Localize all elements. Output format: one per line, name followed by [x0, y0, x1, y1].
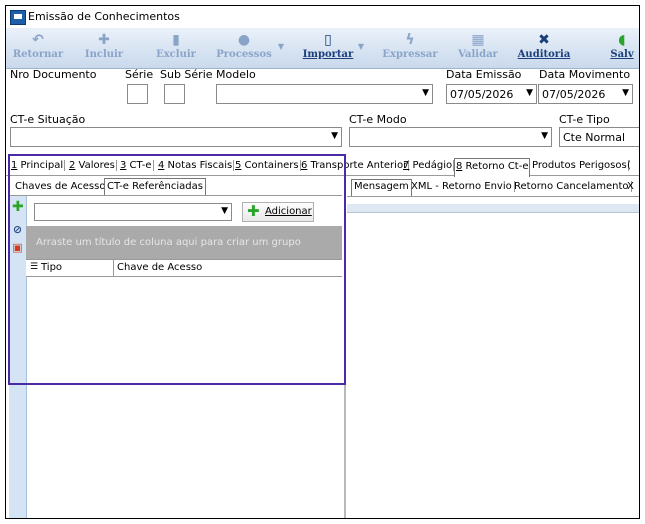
tab-valores[interactable]: 2 Valores: [68, 160, 117, 171]
chevron-down-icon: ▼: [331, 131, 338, 141]
sub-serie-input[interactable]: [164, 84, 185, 104]
cte-tipo-select[interactable]: Cte Normal: [559, 127, 639, 147]
chevron-down-icon: ▼: [541, 131, 548, 141]
subtab-retorno-cancelamento[interactable]: Retorno Cancelamento: [512, 181, 632, 192]
chevron-down-icon: ▼: [357, 42, 364, 51]
sub-serie-label: Sub Série: [160, 68, 213, 81]
subtab-chaves-de-acesso[interactable]: Chaves de Acesso: [13, 181, 109, 192]
toolbar-button-auditoria[interactable]: ✖ Auditoria: [514, 28, 574, 68]
save-icon: ◖: [618, 32, 626, 48]
cte-modo-label: CT-e Modo: [349, 113, 407, 126]
tab-transporte-anterior[interactable]: 6 Transporte Anterior: [300, 160, 410, 171]
message-panel-header: [347, 204, 639, 213]
tab-more[interactable]: (: [626, 160, 632, 171]
toolbar-button-retornar[interactable]: ↶ Retornar: [10, 28, 66, 68]
modelo-label: Modelo: [216, 68, 256, 81]
chevron-down-icon: ▼: [622, 88, 629, 98]
gear-icon: ●: [237, 32, 251, 48]
serie-input[interactable]: [127, 84, 148, 104]
cte-referenciada-select[interactable]: ▼: [34, 203, 232, 221]
toolbar-button-processos[interactable]: ● Processos ▼: [212, 28, 284, 68]
tab-cte[interactable]: 3 CT-e: [119, 160, 154, 171]
toolbar-button-importar[interactable]: ▯ Importar ▼: [300, 28, 364, 68]
subtab-more[interactable]: X: [625, 181, 636, 192]
column-header-chave-de-acesso[interactable]: Chave de Acesso: [117, 262, 202, 273]
add-icon[interactable]: ✚: [12, 200, 24, 214]
undo-icon: ↶: [32, 32, 44, 48]
cte-modo-select[interactable]: ▼: [349, 127, 552, 147]
right-subtab-divider: [347, 196, 639, 197]
lightning-icon: ϟ: [405, 32, 415, 48]
title-bar: Emissão de Conhecimentos: [6, 6, 639, 28]
app-window: Emissão de Conhecimentos ↶ Retornar ✚ In…: [5, 5, 640, 519]
add-button[interactable]: ✚ Adicionar: [242, 202, 314, 222]
tab-containers[interactable]: 5 Containers: [234, 160, 301, 171]
data-emissao-picker[interactable]: 07/05/2026 ▼: [446, 84, 537, 104]
tab-pedagio[interactable]: 7 Pedágio: [402, 160, 455, 171]
app-icon: [10, 10, 26, 25]
panel-splitter[interactable]: [344, 175, 346, 518]
subtab-xml-retorno-envio[interactable]: XML - Retorno Envio: [409, 181, 515, 192]
toolbar-button-expressar[interactable]: ϟ Expressar: [380, 28, 440, 68]
grid-header: ☰ Tipo Chave de Acesso: [26, 259, 342, 277]
column-chooser-icon[interactable]: ☰: [30, 262, 38, 272]
cte-situacao-select[interactable]: ▼: [10, 127, 342, 147]
delete-icon[interactable]: ▣: [12, 242, 23, 253]
edit-icon[interactable]: ⊘: [12, 224, 23, 235]
column-divider: [113, 260, 114, 276]
plus-icon: ✚: [98, 32, 110, 48]
toolbar-button-excluir[interactable]: ▮ Excluir: [148, 28, 204, 68]
data-movimento-label: Data Movimento: [539, 68, 631, 81]
tools-icon: ✖: [538, 32, 550, 48]
serie-label: Série: [125, 68, 154, 81]
tab-retorno-cte[interactable]: 8 Retorno Ct-e: [454, 158, 531, 177]
trash-icon: ▮: [172, 32, 180, 48]
toolbar-button-validar[interactable]: ▦ Validar: [452, 28, 504, 68]
data-movimento-picker[interactable]: 07/05/2026 ▼: [538, 84, 633, 104]
subtab-divider: [9, 195, 342, 196]
data-emissao-label: Data Emissão: [446, 68, 522, 81]
modelo-select[interactable]: ▼: [216, 84, 433, 104]
cte-situacao-label: CT-e Situação: [10, 113, 86, 126]
nro-documento-label: Nro Documento: [10, 68, 97, 81]
subtab-mensagem[interactable]: Mensagem: [351, 179, 412, 196]
cte-tipo-label: CT-e Tipo: [559, 113, 610, 126]
chevron-down-icon: ▼: [422, 88, 429, 98]
subtab-cte-referenciadas[interactable]: CT-e Referênciadas: [104, 178, 206, 196]
tab-notas-fiscais[interactable]: 4 Notas Fiscais: [157, 160, 235, 171]
chevron-down-icon: ▼: [221, 206, 228, 216]
toolbar-button-incluir[interactable]: ✚ Incluir: [76, 28, 132, 68]
window-title: Emissão de Conhecimentos: [28, 10, 180, 23]
tab-principal[interactable]: 1 Principal: [10, 160, 66, 171]
plus-icon: ✚: [247, 202, 260, 220]
side-action-bar: ✚ ⊘ ▣: [9, 196, 27, 518]
chevron-down-icon: ▼: [526, 88, 533, 98]
chevron-down-icon: ▼: [277, 42, 284, 51]
calculator-icon: ▦: [471, 32, 485, 48]
toolbar-button-salvar[interactable]: ◖ Salv: [602, 28, 639, 68]
main-tabs: 1 Principal 2 Valores 3 CT-e 4 Notas Fis…: [6, 158, 639, 177]
toolbar: ↶ Retornar ✚ Incluir ▮ Excluir ● Process…: [6, 28, 639, 69]
tab-produtos-perigosos[interactable]: Produtos Perigosos: [531, 160, 629, 171]
group-panel[interactable]: Arraste um título de coluna aqui para cr…: [26, 226, 342, 259]
document-icon: ▯: [324, 32, 332, 48]
column-header-tipo[interactable]: Tipo: [41, 262, 62, 273]
